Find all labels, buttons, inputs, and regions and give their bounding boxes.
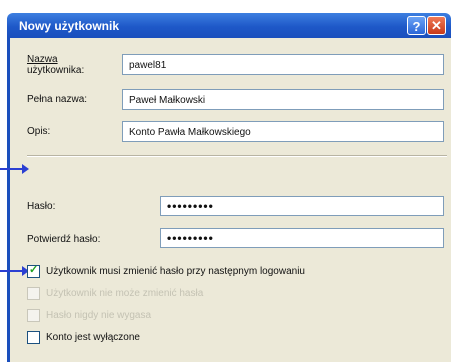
cannot-change-password-checkbox[interactable] bbox=[27, 287, 40, 300]
username-label-line1: Nazwa bbox=[27, 54, 58, 65]
cannot-change-password-label[interactable]: Użytkownik nie może zmienić hasła bbox=[46, 288, 203, 299]
password-never-expires-checkbox[interactable] bbox=[27, 309, 40, 322]
question-mark-icon: ? bbox=[412, 19, 421, 34]
account-disabled-label[interactable]: Konto jest wyłączone bbox=[46, 332, 140, 343]
description-label: Opis: bbox=[27, 126, 51, 137]
must-change-password-label[interactable]: Użytkownik musi zmienić hasło przy nastę… bbox=[46, 266, 305, 277]
username-label-line2: użytkownika: bbox=[27, 65, 85, 76]
pointer-arrow-option bbox=[0, 266, 29, 276]
password-label: Hasło: bbox=[27, 201, 56, 212]
must-change-password-checkbox[interactable] bbox=[27, 263, 40, 278]
confirm-password-input[interactable]: ••••••••• bbox=[160, 228, 444, 248]
close-icon: ✕ bbox=[431, 18, 442, 33]
confirm-password-label: Potwierdź hasło: bbox=[27, 234, 101, 245]
pointer-arrow-password bbox=[0, 164, 29, 174]
fullname-input[interactable]: Paweł Małkowski bbox=[122, 89, 444, 110]
help-button[interactable]: ? bbox=[407, 16, 426, 35]
window-title: Nowy użytkownik bbox=[19, 19, 120, 33]
username-input[interactable]: pawel81 bbox=[122, 54, 444, 75]
title-bar[interactable]: Nowy użytkownik ? ✕ bbox=[7, 13, 451, 38]
password-never-expires-label[interactable]: Hasło nigdy nie wygasa bbox=[46, 310, 151, 321]
fullname-label: Pełna nazwa: bbox=[27, 94, 88, 105]
account-disabled-checkbox[interactable] bbox=[27, 331, 40, 344]
separator bbox=[27, 155, 447, 157]
password-input[interactable]: ••••••••• bbox=[160, 196, 444, 216]
close-button[interactable]: ✕ bbox=[427, 16, 446, 35]
description-input[interactable]: Konto Pawła Małkowskiego bbox=[122, 121, 444, 142]
